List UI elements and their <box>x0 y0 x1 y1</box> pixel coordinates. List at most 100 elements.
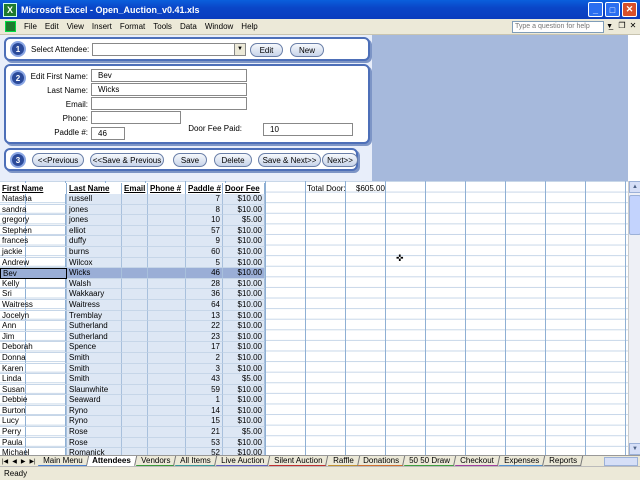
table-cell[interactable] <box>148 257 186 269</box>
table-row[interactable]: Donna Smith 2 $10.00 <box>0 352 265 364</box>
sheet-tab[interactable]: Vendors <box>135 455 177 467</box>
table-cell[interactable]: Donna <box>0 352 67 364</box>
table-cell[interactable]: jones <box>67 204 122 216</box>
table-cell[interactable]: 2 <box>186 352 223 364</box>
header-paddle[interactable]: Paddle # <box>186 183 223 194</box>
email-field[interactable] <box>91 97 247 110</box>
table-cell[interactable]: 60 <box>186 246 223 258</box>
menu-data[interactable]: Data <box>176 22 201 31</box>
table-cell[interactable] <box>148 352 186 364</box>
scroll-thumb[interactable] <box>629 195 640 235</box>
table-cell[interactable]: Wakkaary <box>67 289 122 300</box>
table-cell[interactable] <box>148 225 186 237</box>
table-row[interactable]: Susan Slaunwhite 59 $10.00 <box>0 384 265 396</box>
table-cell[interactable] <box>122 352 148 364</box>
table-cell[interactable] <box>122 405 148 417</box>
table-cell[interactable]: $10.00 <box>223 363 265 375</box>
table-cell[interactable] <box>122 204 148 216</box>
table-cell[interactable] <box>122 225 148 237</box>
table-row[interactable]: Lucy Ryno 15 $10.00 <box>0 416 265 428</box>
table-cell[interactable] <box>148 363 186 375</box>
table-row[interactable]: Andrew Wilcox 5 $10.00 <box>0 257 265 269</box>
save-next-button[interactable]: Save & Next>> <box>258 153 321 167</box>
table-cell[interactable]: $5.00 <box>223 215 265 226</box>
table-cell[interactable] <box>148 246 186 258</box>
table-cell[interactable]: $10.00 <box>223 236 265 247</box>
table-cell[interactable]: Slaunwhite <box>67 384 122 396</box>
table-cell[interactable] <box>148 236 186 247</box>
save-previous-button[interactable]: <<Save & Previous <box>90 153 164 167</box>
table-cell[interactable]: Tremblay <box>67 310 122 322</box>
table-cell[interactable]: $10.00 <box>223 268 265 279</box>
table-cell[interactable] <box>148 204 186 216</box>
table-cell[interactable] <box>122 268 148 279</box>
table-cell[interactable] <box>148 374 186 385</box>
table-cell[interactable] <box>148 321 186 332</box>
table-cell[interactable] <box>148 384 186 396</box>
table-cell[interactable] <box>148 289 186 300</box>
scroll-up-icon[interactable]: ▲ <box>629 181 640 193</box>
table-cell[interactable]: $10.00 <box>223 246 265 258</box>
table-cell[interactable] <box>148 268 186 279</box>
save-button[interactable]: Save <box>173 153 207 167</box>
header-first-name[interactable]: First Name <box>0 183 67 194</box>
table-cell[interactable]: $10.00 <box>223 448 265 455</box>
table-cell[interactable]: Smith <box>67 374 122 385</box>
vertical-scrollbar[interactable]: ▲ ▼ <box>628 181 640 455</box>
select-attendee-dropdown[interactable]: ▼ <box>92 43 246 56</box>
table-cell[interactable] <box>122 215 148 226</box>
sheet-tab[interactable]: Main Menu <box>37 455 89 467</box>
first-name-field[interactable]: Bev <box>91 69 247 82</box>
ask-question-input[interactable]: Type a question for help <box>512 21 604 33</box>
last-sheet-icon[interactable]: ▶| <box>27 458 37 465</box>
table-cell[interactable] <box>122 278 148 290</box>
table-cell[interactable]: $10.00 <box>223 257 265 269</box>
close-icon[interactable]: ✕ <box>622 2 637 17</box>
table-row[interactable]: Kelly Walsh 28 $10.00 <box>0 278 265 290</box>
previous-button[interactable]: <<Previous <box>32 153 84 167</box>
table-cell[interactable] <box>122 384 148 396</box>
phone-field[interactable] <box>91 111 181 124</box>
menu-help[interactable]: Help <box>237 22 261 31</box>
chevron-down-icon[interactable]: ▼ <box>234 44 245 55</box>
table-cell[interactable]: Paula <box>0 437 67 449</box>
table-cell[interactable]: 21 <box>186 427 223 438</box>
table-cell[interactable]: 13 <box>186 310 223 322</box>
table-cell[interactable] <box>122 427 148 438</box>
table-cell[interactable] <box>148 310 186 322</box>
paddle-field[interactable]: 46 <box>91 127 125 140</box>
table-cell[interactable]: Ryno <box>67 405 122 417</box>
menu-view[interactable]: View <box>63 22 88 31</box>
table-cell[interactable]: Smith <box>67 363 122 375</box>
table-cell[interactable]: jones <box>67 215 122 226</box>
horizontal-scrollbar[interactable] <box>604 457 638 466</box>
table-cell[interactable] <box>122 448 148 455</box>
table-cell[interactable]: gregory <box>0 215 67 226</box>
table-row[interactable]: sandra jones 8 $10.00 <box>0 204 265 216</box>
table-cell[interactable]: $10.00 <box>223 331 265 343</box>
table-row[interactable]: gregory jones 10 $5.00 <box>0 215 265 226</box>
table-row[interactable]: Deborah Spence 17 $10.00 <box>0 342 265 353</box>
table-cell[interactable]: $10.00 <box>223 352 265 364</box>
scroll-down-icon[interactable]: ▼ <box>629 443 640 455</box>
table-row[interactable]: Bev Wicks 46 $10.00 <box>0 268 265 279</box>
sheet-tab[interactable]: Checkout <box>455 455 501 467</box>
table-cell[interactable]: Jim <box>0 331 67 343</box>
table-cell[interactable]: 46 <box>186 268 223 279</box>
table-row[interactable]: Karen Smith 3 $10.00 <box>0 363 265 375</box>
sheet-tab[interactable]: Reports <box>544 455 584 467</box>
table-cell[interactable] <box>148 342 186 353</box>
table-cell[interactable]: duffy <box>67 236 122 247</box>
menu-window[interactable]: Window <box>201 22 237 31</box>
table-cell[interactable]: 7 <box>186 194 223 205</box>
table-row[interactable]: Debbie Seaward 1 $10.00 <box>0 395 265 406</box>
table-cell[interactable] <box>122 342 148 353</box>
table-cell[interactable]: 28 <box>186 278 223 290</box>
table-cell[interactable] <box>148 405 186 417</box>
table-cell[interactable]: Jocelyn <box>0 310 67 322</box>
new-button[interactable]: New <box>290 43 324 57</box>
table-cell[interactable]: russell <box>67 194 122 205</box>
table-cell[interactable]: 53 <box>186 437 223 449</box>
table-cell[interactable]: 43 <box>186 374 223 385</box>
table-cell[interactable]: 52 <box>186 448 223 455</box>
